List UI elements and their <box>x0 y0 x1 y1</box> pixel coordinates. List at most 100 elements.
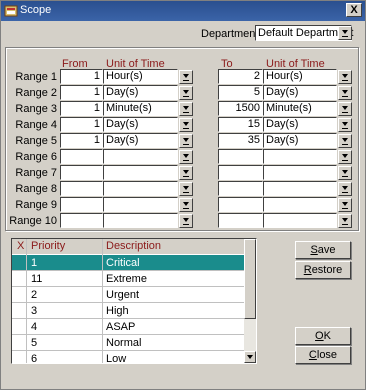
chevron-down-icon <box>342 154 348 158</box>
range-to-input[interactable] <box>218 165 263 180</box>
range-to-unit-select[interactable] <box>263 197 337 212</box>
range-to-unit-dropdown[interactable] <box>338 102 352 116</box>
scroll-down-button[interactable] <box>244 351 256 363</box>
range-to-unit-dropdown[interactable] <box>338 134 352 148</box>
close-button[interactable]: Close <box>295 346 351 364</box>
close-window-button[interactable]: X <box>346 3 362 17</box>
range-from-input[interactable] <box>60 213 103 228</box>
range-to-input[interactable]: 5 <box>218 85 263 100</box>
scrollbar-thumb[interactable] <box>244 239 256 319</box>
range-to-unit-dropdown[interactable] <box>338 198 352 212</box>
range-to-input[interactable] <box>218 181 263 196</box>
range-from-unit-select[interactable] <box>103 165 178 180</box>
range-from-unit-dropdown[interactable] <box>179 86 193 100</box>
range-to-unit-dropdown[interactable] <box>338 118 352 132</box>
range-to-unit-select[interactable] <box>263 149 337 164</box>
range-label: Range 2 <box>15 87 57 99</box>
range-to-unit-dropdown[interactable] <box>338 150 352 164</box>
grid-header: X Priority Description <box>12 239 244 254</box>
range-from-unit-dropdown[interactable] <box>179 198 193 212</box>
chevron-down-icon <box>342 138 348 142</box>
range-to-unit-select[interactable] <box>263 181 337 196</box>
range-to-unit-dropdown[interactable] <box>338 214 352 228</box>
range-from-unit-select[interactable]: Hour(s) <box>103 69 178 84</box>
range-from-unit-dropdown[interactable] <box>179 118 193 132</box>
range-from-input[interactable]: 1 <box>60 69 103 84</box>
range-to-unit-select[interactable]: Hour(s) <box>263 69 337 84</box>
scope-window: Scope X Department Default Department Fr… <box>0 0 366 390</box>
priority-cell: 11 <box>31 273 43 285</box>
table-row[interactable]: 6 Low <box>12 351 244 364</box>
range-from-input[interactable]: 1 <box>60 101 103 116</box>
chevron-down-icon <box>183 122 189 126</box>
chevron-down-icon <box>183 186 189 190</box>
grid-scrollbar[interactable] <box>244 239 256 363</box>
range-from-unit-dropdown[interactable] <box>179 102 193 116</box>
range-to-input[interactable] <box>218 213 263 228</box>
save-button[interactable]: Save <box>295 241 351 259</box>
range-to-input[interactable]: 2 <box>218 69 263 84</box>
description-cell: Extreme <box>106 273 147 285</box>
range-from-unit-dropdown[interactable] <box>179 150 193 164</box>
range-from-unit-select[interactable] <box>103 181 178 196</box>
description-cell: High <box>106 305 129 317</box>
priority-cell: 4 <box>31 321 38 333</box>
range-from-input[interactable]: 1 <box>60 133 103 148</box>
range-from-unit-dropdown[interactable] <box>179 182 193 196</box>
range-from-unit-select[interactable]: Day(s) <box>103 85 178 100</box>
range-from-input[interactable]: 1 <box>60 117 103 132</box>
chevron-down-icon <box>183 154 189 158</box>
chevron-down-icon <box>183 138 189 142</box>
range-to-input[interactable] <box>218 149 263 164</box>
range-from-input[interactable] <box>60 149 103 164</box>
table-row[interactable]: 4 ASAP <box>12 319 244 335</box>
table-row[interactable]: 11 Extreme <box>12 271 244 287</box>
restore-button[interactable]: Restore <box>295 261 351 279</box>
description-cell: Low <box>106 353 127 364</box>
range-from-input[interactable] <box>60 181 103 196</box>
range-to-unit-dropdown[interactable] <box>338 182 352 196</box>
range-to-input[interactable]: 35 <box>218 133 263 148</box>
chevron-down-icon <box>342 218 348 222</box>
range-to-input[interactable]: 15 <box>218 117 263 132</box>
department-dropdown-button[interactable] <box>338 26 352 40</box>
priority-grid[interactable]: X Priority Description 1 Critical 11 Extrem… <box>11 238 257 364</box>
range-from-unit-dropdown[interactable] <box>179 166 193 180</box>
range-to-input[interactable]: 1500 <box>218 101 263 116</box>
range-from-input[interactable] <box>60 197 103 212</box>
chevron-down-icon <box>247 355 253 359</box>
range-from-unit-select[interactable]: Minute(s) <box>103 101 178 116</box>
range-to-unit-select[interactable]: Day(s) <box>263 85 337 100</box>
range-to-unit-dropdown[interactable] <box>338 86 352 100</box>
range-from-unit-dropdown[interactable] <box>179 134 193 148</box>
ok-button[interactable]: OK <box>295 327 351 345</box>
range-from-unit-select[interactable]: Day(s) <box>103 117 178 132</box>
range-to-unit-select[interactable]: Minute(s) <box>263 101 337 116</box>
range-from-unit-dropdown[interactable] <box>179 70 193 84</box>
range-from-input[interactable]: 1 <box>60 85 103 100</box>
range-to-unit-select[interactable] <box>263 213 337 228</box>
range-to-unit-select[interactable]: Day(s) <box>263 117 337 132</box>
description-cell: ASAP <box>106 321 136 333</box>
range-from-unit-select[interactable] <box>103 149 178 164</box>
range-label: Range 8 <box>15 183 57 195</box>
range-from-unit-select[interactable] <box>103 213 178 228</box>
range-from-unit-dropdown[interactable] <box>179 214 193 228</box>
description-cell: Normal <box>106 337 142 349</box>
range-from-unit-select[interactable]: Day(s) <box>103 133 178 148</box>
range-label: Range 3 <box>15 103 57 115</box>
range-to-unit-dropdown[interactable] <box>338 70 352 84</box>
table-row[interactable]: 1 Critical <box>12 255 244 271</box>
range-to-input[interactable] <box>218 197 263 212</box>
chevron-down-icon <box>342 186 348 190</box>
range-to-unit-select[interactable] <box>263 165 337 180</box>
range-to-unit-dropdown[interactable] <box>338 166 352 180</box>
description-cell: Urgent <box>106 289 140 301</box>
range-to-unit-select[interactable]: Day(s) <box>263 133 337 148</box>
table-row[interactable]: 2 Urgent <box>12 287 244 303</box>
priority-cell: 3 <box>31 305 38 317</box>
range-from-input[interactable] <box>60 165 103 180</box>
table-row[interactable]: 3 High <box>12 303 244 319</box>
table-row[interactable]: 5 Normal <box>12 335 244 351</box>
range-from-unit-select[interactable] <box>103 197 178 212</box>
